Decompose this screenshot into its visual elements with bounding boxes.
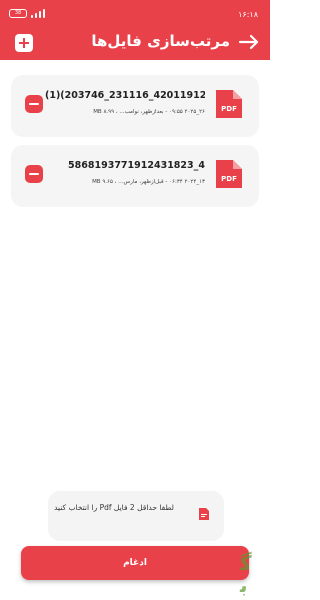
file-name: 5868193771912431823_4 xyxy=(68,160,205,171)
file-name: (1)(203746_231116_4201191224902 xyxy=(45,90,205,101)
status-time: ۱۶:۱۸ xyxy=(238,10,258,19)
watermark-logo: ﮔﺑ xyxy=(240,551,252,597)
page-title: مرتب‌سازی فایل‌ها xyxy=(91,32,230,50)
remove-file-button[interactable] xyxy=(25,165,43,183)
merge-button[interactable]: ادغام xyxy=(21,546,249,580)
app-header: مرتب‌سازی فایل‌ها xyxy=(0,30,270,60)
toast-message: لطفا حداقل 2 فایل Pdf را انتخاب کنید xyxy=(48,491,224,541)
pdf-file-icon: PDF xyxy=(216,160,242,188)
file-card[interactable]: PDF 5868193771912431823_4 ۱۳_۲۰۲۴ ۰۶:۳۴ … xyxy=(11,145,259,207)
file-card[interactable]: PDF (1)(203746_231116_4201191224902 ۲۶_۲… xyxy=(11,75,259,137)
back-arrow-icon[interactable] xyxy=(238,34,260,50)
battery-icon: 38 xyxy=(9,9,27,18)
file-meta: ۲۶_۲۰۲۵ ۰۹:۵۵ - بعدازظهر، نوامب... ، ۸.۹… xyxy=(93,109,205,115)
remove-file-button[interactable] xyxy=(25,95,43,113)
add-file-button[interactable] xyxy=(15,34,33,52)
pdf-toast-icon xyxy=(199,508,209,520)
pdf-file-icon: PDF xyxy=(216,90,242,118)
toast-text: لطفا حداقل 2 فایل Pdf را انتخاب کنید xyxy=(54,503,174,512)
file-meta: ۱۳_۲۰۲۴ ۰۶:۳۴ - قبل‌ازظهر، مارس... ، ۹.۶… xyxy=(92,179,205,185)
signal-icon xyxy=(31,9,45,18)
svg-text:PDF: PDF xyxy=(221,175,237,183)
status-bar: 38 ۱۶:۱۸ xyxy=(0,0,270,30)
svg-text:PDF: PDF xyxy=(221,105,237,113)
